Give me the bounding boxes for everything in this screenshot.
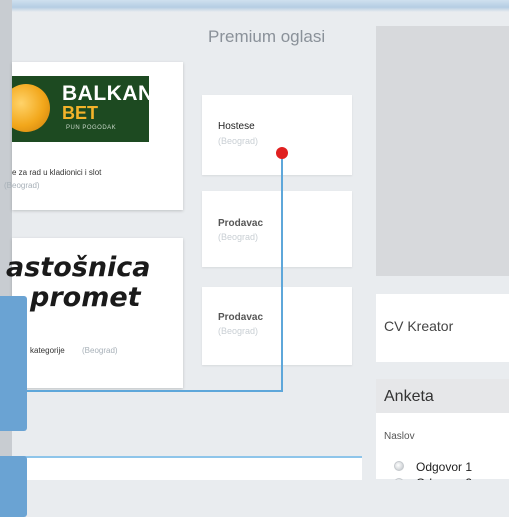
pointer-dot [276,147,288,159]
connector-line [27,153,283,392]
annotation-connector [27,147,288,392]
